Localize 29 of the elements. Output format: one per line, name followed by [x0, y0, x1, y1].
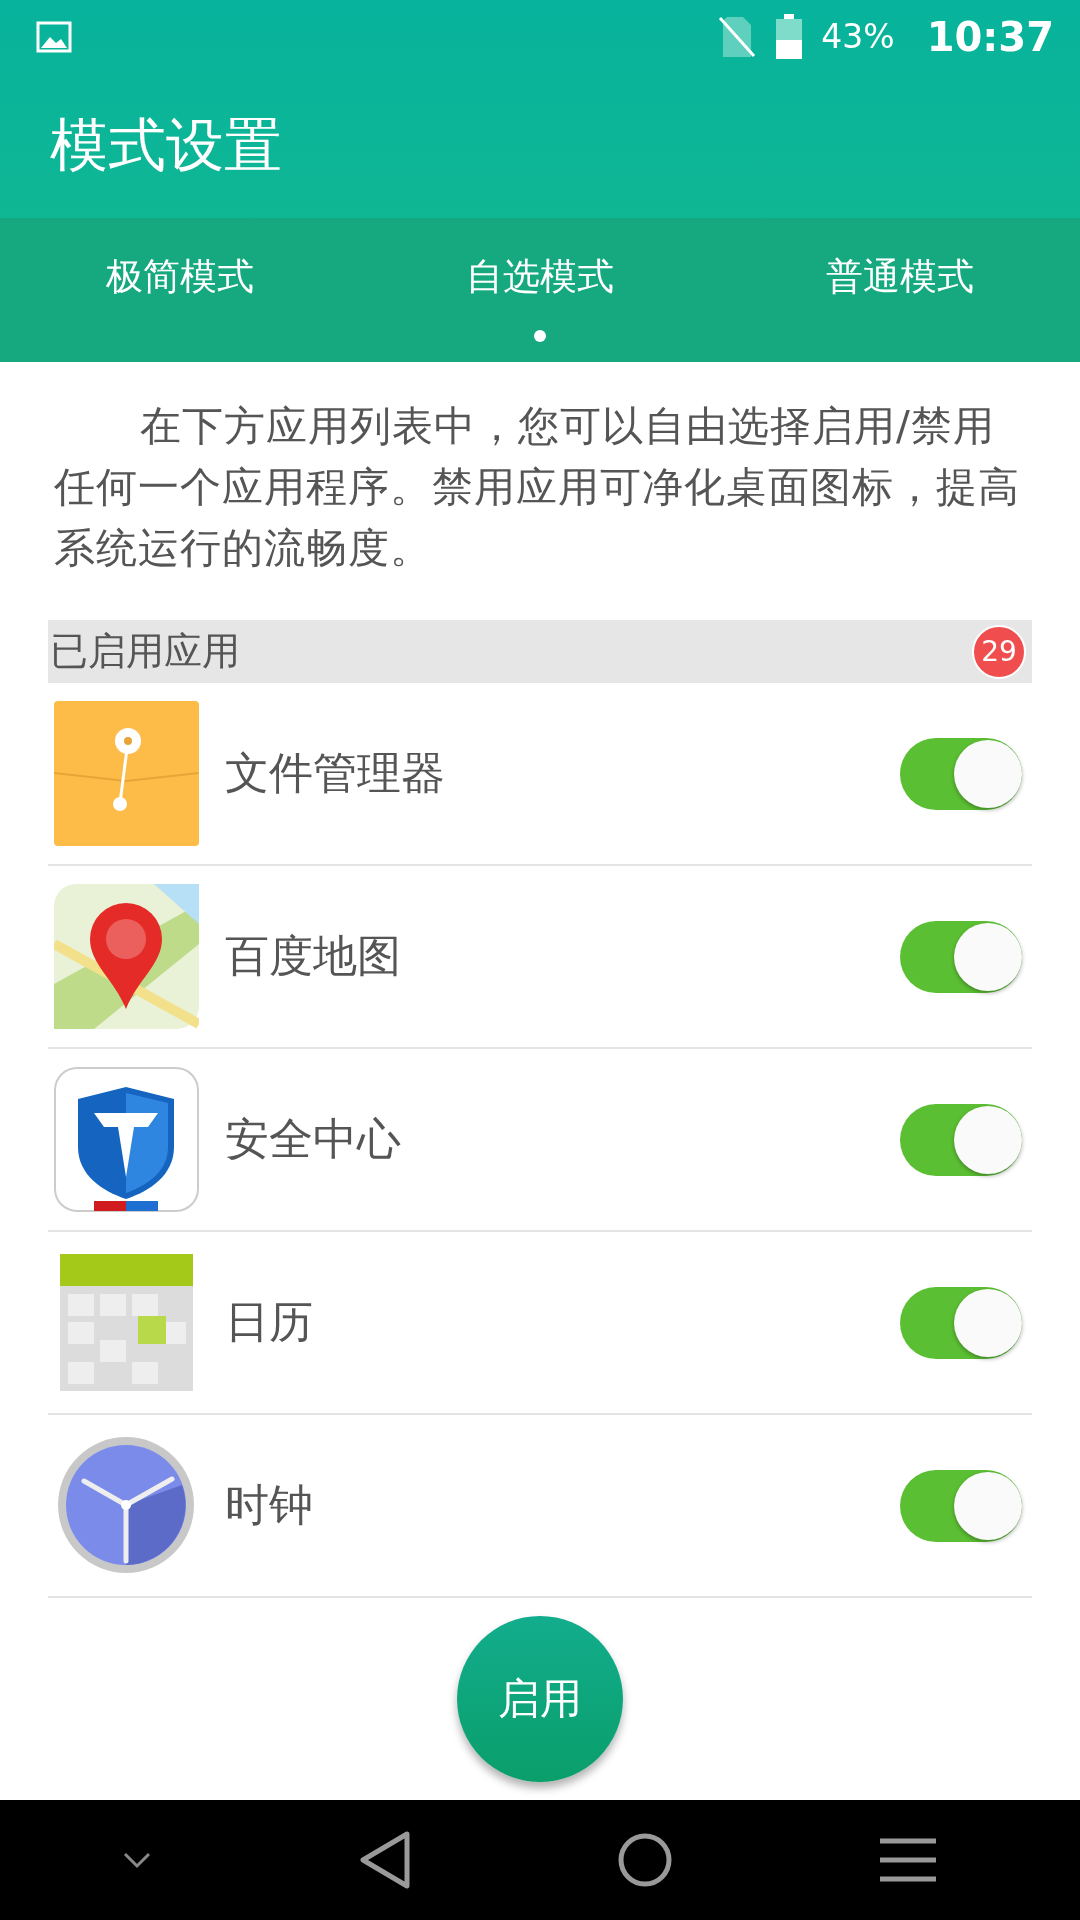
section-title: 已启用应用 — [50, 628, 241, 675]
mode-tab[interactable]: 普通模式 — [826, 252, 974, 302]
app-name: 安全中心 — [225, 1112, 402, 1166]
app-name: 文件管理器 — [225, 746, 446, 800]
home-icon[interactable] — [617, 1832, 674, 1888]
app-name: 日历 — [225, 1295, 314, 1349]
image-icon — [36, 20, 72, 53]
app-name: 百度地图 — [225, 929, 402, 983]
battery-icon — [775, 13, 804, 60]
no-sim-icon — [717, 14, 758, 59]
toggle-switch[interactable] — [900, 1286, 1022, 1359]
folder-icon — [54, 701, 199, 846]
page-title: 模式设置 — [50, 109, 282, 181]
mode-tab[interactable]: 极简模式 — [106, 252, 254, 302]
toggle-switch[interactable] — [900, 737, 1022, 810]
enable-button[interactable]: 启用 — [457, 1616, 623, 1782]
chevron-down-icon[interactable] — [122, 1850, 153, 1870]
app-name: 时钟 — [225, 1478, 314, 1532]
description-text: 在下方应用列表中，您可以自由选择启用/禁用任何一个应用程序。禁用应用可净化桌面图标，提高系统运行的流畅度。 — [54, 401, 1021, 574]
menu-icon[interactable] — [877, 1837, 938, 1883]
count-badge: 29 — [972, 624, 1026, 679]
shield-icon — [54, 1067, 199, 1212]
toggle-switch[interactable] — [900, 1469, 1022, 1542]
toggle-switch[interactable] — [900, 920, 1022, 993]
battery-percent: 43% — [821, 17, 895, 56]
toggle-switch[interactable] — [900, 1103, 1022, 1176]
map-pin-icon — [54, 884, 199, 1029]
clock-time: 10:37 — [926, 13, 1054, 60]
mode-tab[interactable]: 自选模式 — [466, 252, 614, 302]
